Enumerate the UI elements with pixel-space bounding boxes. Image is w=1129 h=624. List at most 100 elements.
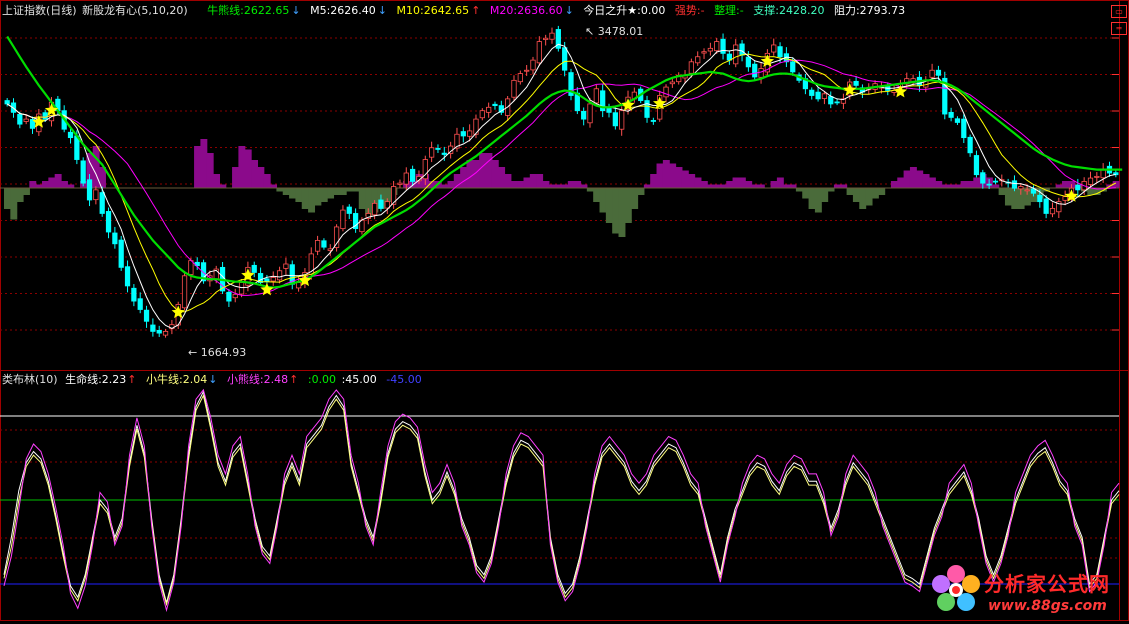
histogram-bar	[517, 181, 525, 188]
today-star: 今日之升★:0.00	[583, 4, 666, 17]
watermark-title: 分析家公式网	[984, 572, 1110, 596]
candle-body	[232, 293, 238, 299]
candle-body	[238, 282, 245, 295]
histogram-bar	[270, 184, 278, 188]
histogram-bar	[713, 184, 721, 188]
histogram-bar	[339, 188, 347, 195]
histogram-bar	[675, 167, 683, 188]
histogram-bar	[833, 184, 841, 188]
candle-body	[1049, 208, 1056, 215]
candle-body	[1094, 175, 1100, 178]
chart-stage[interactable]	[0, 0, 1129, 621]
m5-label: M5:2626.40	[310, 4, 376, 17]
histogram-bar	[852, 188, 860, 202]
histogram-bar	[846, 188, 854, 195]
candle	[733, 39, 739, 68]
histogram-bar	[643, 184, 651, 188]
candle-body	[226, 291, 232, 302]
histogram-bar	[631, 188, 639, 209]
histogram-bar	[662, 160, 670, 188]
m10-value: M10:2642.65 ↑	[397, 4, 481, 17]
candle-body	[4, 100, 10, 105]
candle-body	[935, 69, 942, 76]
niu-value: 牛熊线:2622.65 ↓	[207, 4, 300, 17]
flower-logo-icon	[932, 565, 980, 611]
sub-grid	[0, 429, 1119, 559]
candle-body	[821, 93, 828, 99]
histogram-bar	[263, 174, 271, 188]
candle-body	[524, 69, 530, 72]
candle-body	[809, 89, 815, 96]
candle	[1113, 170, 1119, 178]
candle	[352, 208, 359, 233]
histogram-bar	[586, 188, 594, 192]
histogram-bar	[941, 184, 949, 188]
histogram-bar	[289, 188, 297, 199]
histogram-bar	[29, 181, 37, 188]
histogram-bar	[251, 160, 259, 188]
histogram-bar	[194, 146, 201, 188]
life-arrow: ↑	[127, 373, 137, 386]
histogram-bar	[276, 188, 284, 192]
candle	[1049, 202, 1056, 218]
histogram-bar	[200, 139, 208, 188]
candle	[118, 236, 124, 271]
candle	[606, 103, 612, 118]
panel-close-button[interactable]: ‗	[1111, 20, 1127, 35]
candle	[156, 325, 162, 337]
chart-svg[interactable]	[0, 0, 1129, 621]
candle	[530, 56, 536, 75]
histogram-bar	[770, 181, 778, 188]
resist-value: 阻力:2793.73	[833, 4, 906, 17]
candle	[536, 36, 542, 66]
candle	[232, 288, 238, 303]
candle	[600, 84, 606, 118]
candle-body	[745, 56, 752, 68]
chart-title: 上证指数(日线)	[2, 4, 77, 17]
candle-body	[403, 172, 409, 185]
candle-body	[707, 47, 713, 52]
candle	[435, 144, 441, 153]
histogram-bar	[555, 184, 563, 188]
histogram-bar	[542, 181, 550, 188]
candle	[574, 87, 580, 115]
candle	[340, 205, 346, 232]
panel-maximize-button[interactable]: ▭	[1111, 5, 1127, 18]
candle	[834, 98, 840, 106]
candle-body	[397, 182, 403, 185]
histogram-bar	[567, 181, 575, 188]
candle	[150, 318, 156, 337]
candle	[397, 179, 403, 188]
calf-arrow: ↓	[208, 373, 218, 386]
m10-line	[6, 53, 1117, 313]
candle-body	[156, 329, 162, 334]
candle-body	[86, 179, 93, 201]
candle	[992, 178, 999, 185]
candle-body	[967, 136, 973, 154]
candle	[752, 60, 758, 81]
candle-body	[980, 172, 986, 184]
candle-body	[1062, 196, 1068, 201]
candle-body	[612, 112, 618, 127]
histogram-bar	[574, 181, 582, 188]
candle	[758, 62, 764, 84]
candle-body	[143, 309, 150, 322]
ref-zero: :0.00	[307, 373, 337, 386]
candle	[707, 42, 713, 56]
histogram-bar	[909, 167, 917, 188]
candle	[1056, 197, 1062, 219]
candle-body	[112, 232, 118, 245]
histogram-bar	[504, 174, 512, 188]
candle	[124, 260, 131, 293]
candle-body	[333, 226, 340, 248]
histogram-bar	[580, 184, 588, 188]
candle	[942, 71, 948, 120]
candle-body	[536, 41, 542, 64]
histogram-bar	[656, 163, 664, 188]
candle-body	[669, 81, 675, 85]
histogram-bar	[681, 170, 689, 188]
candle-body	[581, 110, 587, 120]
candle-body	[67, 131, 74, 139]
candle-body	[752, 63, 758, 78]
histogram-bar	[973, 177, 981, 188]
